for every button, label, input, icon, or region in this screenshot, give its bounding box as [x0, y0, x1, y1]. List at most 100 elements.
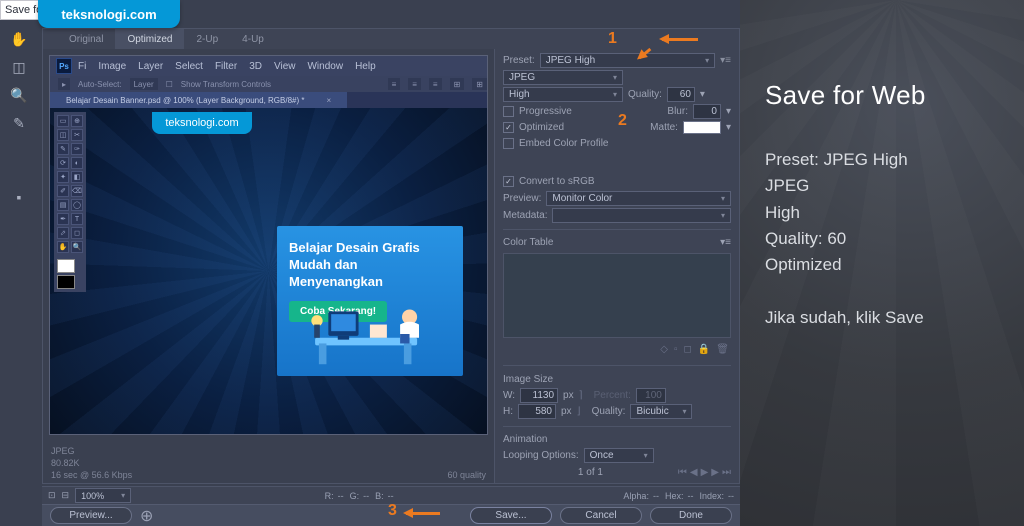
preview-tabs: Original Optimized 2-Up 4-Up — [43, 29, 739, 49]
menu-item: Layer — [138, 61, 163, 72]
menu-item: Fi — [78, 61, 86, 72]
eyedropper-icon[interactable]: ✎ — [8, 112, 30, 134]
first-frame-icon[interactable]: ⏮ — [678, 467, 687, 478]
metadata-dropdown[interactable]: ▾ — [552, 208, 731, 223]
loop-dropdown[interactable]: Once▾ — [584, 448, 654, 463]
save-button[interactable]: Save... — [470, 507, 552, 524]
zoom-dropdown[interactable]: 100%▾ — [75, 488, 131, 503]
chevron-down-icon[interactable]: ▾ — [726, 122, 731, 133]
selection-icon[interactable]: ⊟ — [62, 490, 70, 501]
progressive-checkbox[interactable] — [503, 106, 514, 117]
menu-item: 3D — [249, 61, 262, 72]
opt-label: Auto-Select: — [78, 80, 122, 89]
menu-item: Help — [355, 61, 376, 72]
preview-info: JPEG 80.82K 16 sec @ 56.6 Kbps60 quality — [43, 441, 494, 483]
preset-label: Preset: — [503, 55, 535, 66]
blur-field[interactable]: 0 — [693, 104, 721, 119]
outer-tool-column: ✋ ◫ 🔍 ✎ ▪ — [8, 28, 36, 208]
ct-icon[interactable]: ◻ — [684, 344, 692, 355]
optimized-label: Optimized — [519, 122, 564, 133]
hand-icon[interactable]: ✋ — [8, 28, 30, 50]
explain-line: Preset: JPEG High — [765, 147, 1006, 173]
next-frame-icon[interactable]: ▶ — [711, 467, 719, 478]
save-for-web-dialog: Original Optimized 2-Up 4-Up Ps Fi Image… — [42, 28, 740, 484]
annotation-arrow — [406, 512, 440, 515]
play-icon[interactable]: ▶ — [701, 467, 709, 478]
tab-2up[interactable]: 2-Up — [184, 29, 230, 49]
preset-menu-icon[interactable]: ▾≡ — [720, 55, 731, 66]
preview-dropdown[interactable]: Monitor Color▾ — [546, 191, 731, 206]
cancel-button[interactable]: Cancel — [560, 507, 642, 524]
explanation-panel: Save for Web Preset: JPEG High JPEG High… — [740, 0, 1024, 526]
trash-icon[interactable]: 🗑 — [716, 344, 729, 355]
banner-line: Mudah dan Menyenangkan — [289, 257, 451, 291]
tab-optimized[interactable]: Optimized — [115, 29, 184, 49]
ct-icon[interactable]: ▫ — [674, 344, 678, 355]
menu-item: View — [274, 61, 296, 72]
matte-swatch[interactable] — [683, 121, 721, 134]
banner-artwork: Belajar Desain Grafis Mudah dan Menyenan… — [277, 226, 463, 376]
preview-label: Preview: — [503, 193, 541, 204]
metadata-label: Metadata: — [503, 210, 547, 221]
browser-icon[interactable]: ⊕ — [140, 506, 153, 526]
settings-column: Preset: JPEG High▾ ▾≡ JPEG▾ High▾ Qualit… — [495, 49, 739, 483]
opt-label: Show Transform Controls — [181, 80, 271, 89]
image-size-section: Image Size W: 1130 px ⌉ Percent: 100 H: … — [503, 372, 731, 420]
tab-4up[interactable]: 4-Up — [230, 29, 276, 49]
explain-line: Optimized — [765, 252, 1006, 278]
height-field[interactable]: 580 — [518, 404, 556, 419]
doc-title: Belajar Desain Banner.psd @ 100% (Layer … — [58, 92, 312, 108]
hand-icon[interactable]: ⊡ — [48, 490, 56, 501]
compression-dropdown[interactable]: High▾ — [503, 87, 623, 102]
preview-button[interactable]: Preview... — [50, 507, 132, 524]
annotation-1: 1 — [608, 30, 617, 48]
foreground-swatch — [57, 259, 75, 273]
format-dropdown[interactable]: JPEG▾ — [503, 70, 623, 85]
colortable-label: Color Table — [503, 237, 553, 248]
prev-frame-icon[interactable]: ◀ — [690, 467, 698, 478]
quality-label: Quality: — [628, 89, 662, 100]
last-frame-icon[interactable]: ⏭ — [722, 467, 731, 478]
width-field[interactable]: 1130 — [520, 388, 558, 403]
annotation-2: 2 — [618, 112, 627, 130]
background-swatch — [57, 275, 75, 289]
panel-title: Save for Web — [765, 80, 1006, 111]
annotation-arrow — [662, 38, 698, 41]
explain-line: Jika sudah, klik Save — [765, 305, 1006, 331]
menu-item: Filter — [215, 61, 237, 72]
section-label: Animation — [503, 434, 547, 445]
ps-option-bar: ▸ Auto-Select: Layer ☐ Show Transform Co… — [50, 76, 487, 92]
section-label: Image Size — [503, 374, 553, 385]
tab-original[interactable]: Original — [57, 29, 115, 49]
quality-field[interactable]: 60 — [667, 87, 695, 102]
zoom-icon[interactable]: 🔍 — [8, 84, 30, 106]
slice-icon[interactable]: ◫ — [8, 56, 30, 78]
embed-label: Embed Color Profile — [519, 138, 608, 149]
screenshot-area: Save fo teksnologi.com ✋ ◫ 🔍 ✎ ▪ Origina… — [0, 0, 740, 526]
preview-column: Ps Fi Image Layer Select Filter 3D View … — [43, 49, 495, 483]
optimized-checkbox[interactable]: ✓ — [503, 122, 514, 133]
embed-profile-checkbox[interactable] — [503, 138, 514, 149]
watermark-badge-inner: teksnologi.com — [152, 112, 252, 134]
nested-photoshop-window: Ps Fi Image Layer Select Filter 3D View … — [49, 55, 488, 435]
explain-line: JPEG — [765, 173, 1006, 199]
color-table — [503, 253, 731, 338]
lock-icon[interactable]: 🔒 — [698, 344, 710, 355]
srgb-checkbox[interactable]: ✓ — [503, 176, 514, 187]
chevron-down-icon[interactable]: ▾ — [700, 89, 705, 100]
percent-field[interactable]: 100 — [636, 388, 666, 403]
resample-dropdown[interactable]: Bicubic▾ — [630, 404, 692, 419]
frame-counter: 1 of 1 — [578, 467, 603, 478]
ct-icon[interactable]: ◇ — [660, 344, 668, 355]
blur-label: Blur: — [667, 106, 688, 117]
progressive-label: Progressive — [519, 106, 572, 117]
collapse-icon[interactable]: ▾≡ — [720, 237, 731, 248]
preset-dropdown[interactable]: JPEG High▾ — [540, 53, 715, 68]
srgb-label: Convert to sRGB — [519, 176, 595, 187]
matte-label: Matte: — [650, 122, 678, 133]
explain-line: High — [765, 200, 1006, 226]
chevron-down-icon[interactable]: ▾ — [726, 106, 731, 117]
color-table-actions: ◇ ▫ ◻ 🔒 🗑 — [503, 340, 731, 359]
done-button[interactable]: Done — [650, 507, 732, 524]
watermark-badge: teksnologi.com — [38, 0, 180, 28]
